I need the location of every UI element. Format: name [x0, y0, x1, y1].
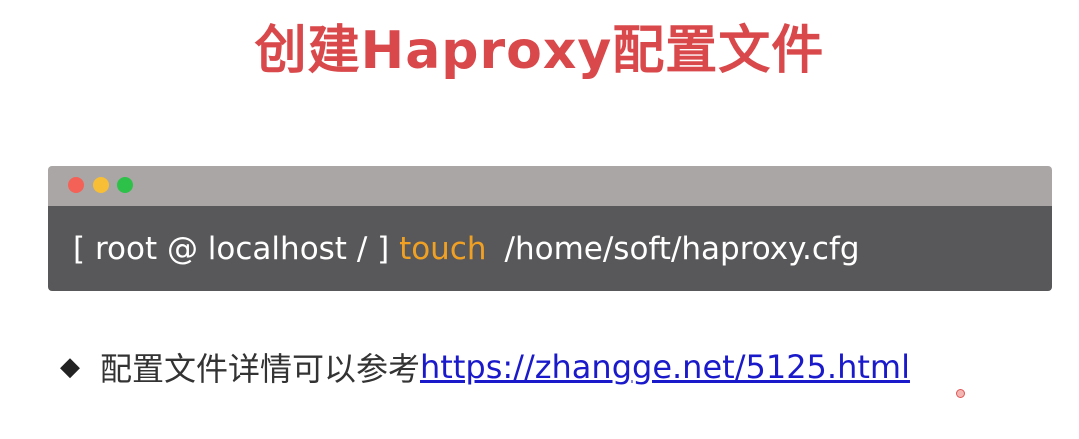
note-text: 配置文件详情可以参考: [100, 350, 421, 388]
terminal-window: [ root @ localhost / ] touch/home/soft/h…: [48, 166, 1052, 291]
reference-link[interactable]: https://zhangge.net/5125.html: [420, 348, 910, 386]
terminal-prompt: [ root @ localhost / ]: [73, 230, 400, 267]
minimize-dot-icon: [93, 177, 109, 193]
diamond-bullet-icon: ◆: [60, 352, 80, 382]
terminal-titlebar: [48, 166, 1052, 206]
mouse-cursor-icon: [956, 389, 965, 398]
maximize-dot-icon: [117, 177, 133, 193]
close-dot-icon: [68, 177, 84, 193]
slide-title: 创建Haproxy配置文件: [254, 21, 825, 81]
terminal-command: touch: [399, 230, 487, 267]
terminal-body: [ root @ localhost / ] touch/home/soft/h…: [48, 206, 1052, 291]
terminal-argument: /home/soft/haproxy.cfg: [504, 230, 860, 267]
reference-note: ◆ 配置文件详情可以参考 https://zhangge.net/5125.ht…: [60, 344, 910, 390]
